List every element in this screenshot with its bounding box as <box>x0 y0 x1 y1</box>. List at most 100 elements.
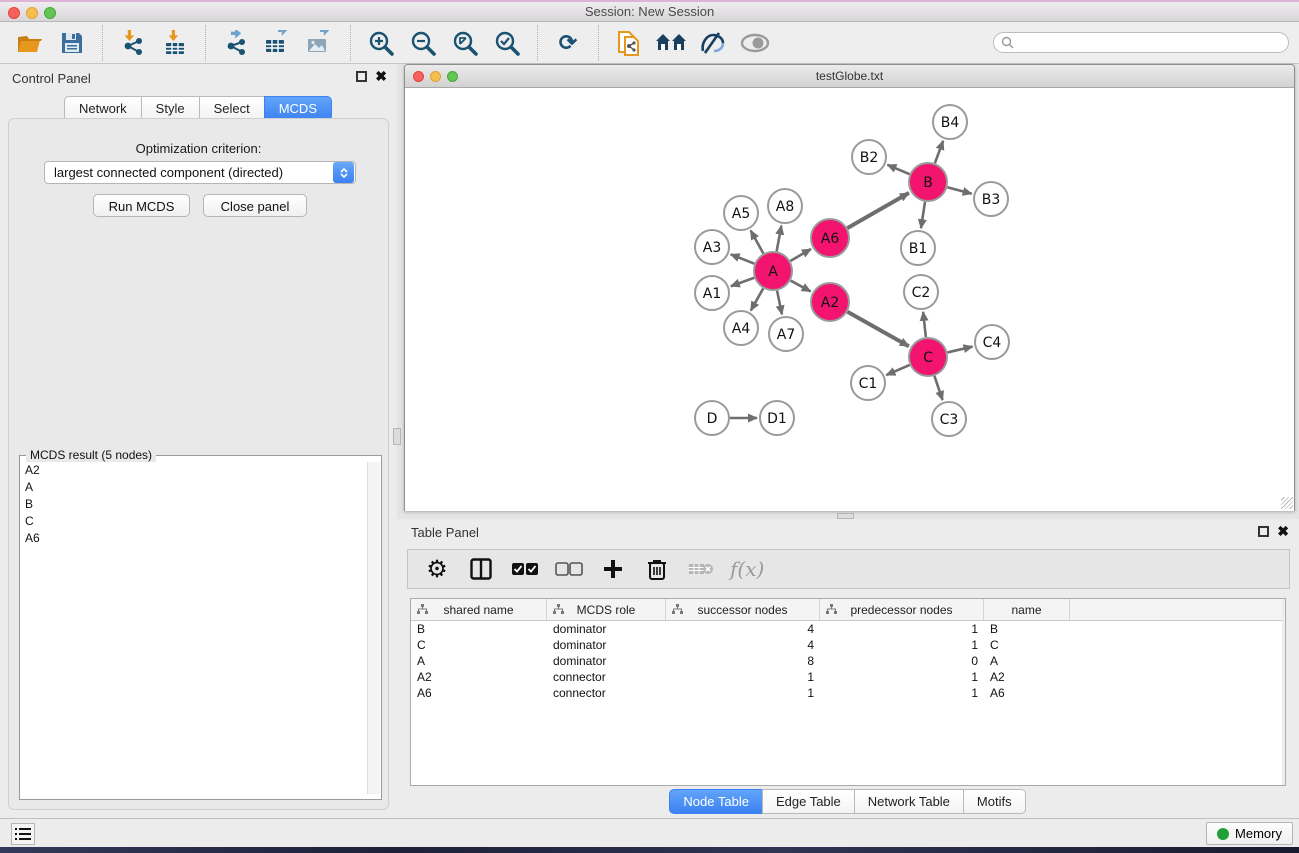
close-panel-button[interactable]: Close panel <box>203 194 307 217</box>
table-cell[interactable]: 1 <box>666 685 820 701</box>
float-panel-icon[interactable] <box>356 71 367 82</box>
network-zoom-button[interactable] <box>447 71 458 82</box>
column-header-predecessor-nodes[interactable]: predecessor nodes <box>820 599 984 620</box>
graph-edge[interactable] <box>921 202 925 228</box>
table-cell[interactable]: 1 <box>820 685 984 701</box>
close-panel-icon[interactable]: ✖ <box>1277 526 1289 537</box>
paint-style-button[interactable] <box>695 26 731 60</box>
network-close-button[interactable] <box>413 71 424 82</box>
split-divider-handle[interactable] <box>393 428 401 445</box>
table-cell[interactable]: connector <box>547 685 666 701</box>
window-resize-grip[interactable] <box>1281 497 1293 509</box>
column-header-name[interactable]: name <box>984 599 1070 620</box>
mcds-result-item[interactable]: B <box>21 496 365 513</box>
table-cell[interactable]: 8 <box>666 653 820 669</box>
search-field[interactable] <box>993 32 1289 53</box>
table-cell[interactable]: connector <box>547 669 666 685</box>
delete-table-button[interactable] <box>686 554 716 584</box>
zoom-out-button[interactable] <box>405 26 441 60</box>
graph-edge[interactable] <box>777 226 782 252</box>
graph-edge[interactable] <box>777 291 782 315</box>
memory-button[interactable]: Memory <box>1206 822 1293 845</box>
table-settings-button[interactable]: ⚙ <box>422 554 452 584</box>
export-network-button[interactable] <box>218 26 254 60</box>
table-cell[interactable]: 1 <box>666 669 820 685</box>
table-cell[interactable]: C <box>984 637 1070 653</box>
column-header-shared-name[interactable]: shared name <box>411 599 547 620</box>
table-cell[interactable]: B <box>411 621 547 637</box>
tab-network-table[interactable]: Network Table <box>854 789 964 814</box>
apply-layout-button[interactable] <box>653 26 689 60</box>
table-row[interactable]: A2connector11A2 <box>411 669 1285 685</box>
table-cell[interactable]: dominator <box>547 621 666 637</box>
network-graph[interactable]: AA1A2A3A4A5A6A7A8BB1B2B3B4CC1C2C3C4DD1 <box>405 89 1294 511</box>
zoom-in-button[interactable] <box>363 26 399 60</box>
node-table[interactable]: shared nameMCDS rolesuccessor nodesprede… <box>410 598 1286 786</box>
zoom-selected-button[interactable] <box>489 26 525 60</box>
graph-edge[interactable] <box>887 165 909 174</box>
graph-edge[interactable] <box>847 312 908 346</box>
export-image-button[interactable] <box>302 26 338 60</box>
table-cell[interactable]: dominator <box>547 653 666 669</box>
search-input[interactable] <box>1014 36 1274 50</box>
float-panel-icon[interactable] <box>1258 526 1269 537</box>
table-cell[interactable]: A6 <box>984 685 1070 701</box>
graph-edge[interactable] <box>731 278 754 286</box>
table-cell[interactable]: 4 <box>666 637 820 653</box>
table-cell[interactable]: A6 <box>411 685 547 701</box>
zoom-window-button[interactable] <box>44 7 56 19</box>
table-row[interactable]: Cdominator41C <box>411 637 1285 653</box>
mcds-result-scrollbar[interactable] <box>367 462 380 794</box>
graph-edge[interactable] <box>923 312 926 337</box>
graph-edge[interactable] <box>935 141 943 163</box>
graph-edge[interactable] <box>790 249 811 261</box>
mcds-result-item[interactable]: A <box>21 479 365 496</box>
network-minimize-button[interactable] <box>430 71 441 82</box>
graph-edge[interactable] <box>847 193 909 228</box>
close-window-button[interactable] <box>8 7 20 19</box>
close-panel-icon[interactable]: ✖ <box>375 71 387 82</box>
table-cell[interactable]: 4 <box>666 621 820 637</box>
add-column-button[interactable] <box>598 554 628 584</box>
tab-motifs[interactable]: Motifs <box>963 789 1026 814</box>
tab-node-table[interactable]: Node Table <box>669 789 763 814</box>
table-cell[interactable]: A <box>984 653 1070 669</box>
table-row[interactable]: A6connector11A6 <box>411 685 1285 701</box>
table-row[interactable]: Adominator80A <box>411 653 1285 669</box>
show-hide-button[interactable] <box>737 26 773 60</box>
table-scrollbar[interactable] <box>1282 599 1285 785</box>
table-cell[interactable]: B <box>984 621 1070 637</box>
save-session-button[interactable] <box>54 26 90 60</box>
import-network-button[interactable] <box>115 26 151 60</box>
delete-column-button[interactable] <box>642 554 672 584</box>
mcds-result-item[interactable]: C <box>21 513 365 530</box>
table-cell[interactable]: 1 <box>820 621 984 637</box>
table-cell[interactable]: 1 <box>820 637 984 653</box>
column-header-MCDS-role[interactable]: MCDS role <box>547 599 666 620</box>
table-cell[interactable]: C <box>411 637 547 653</box>
refresh-view-button[interactable]: ⟳ <box>550 26 586 60</box>
minimize-window-button[interactable] <box>26 7 38 19</box>
tab-edge-table[interactable]: Edge Table <box>762 789 855 814</box>
table-row[interactable]: Bdominator41B <box>411 621 1285 637</box>
split-columns-button[interactable] <box>466 554 496 584</box>
task-history-button[interactable] <box>11 823 35 845</box>
clone-network-button[interactable] <box>611 26 647 60</box>
select-all-button[interactable] <box>510 554 540 584</box>
run-mcds-button[interactable]: Run MCDS <box>93 194 190 217</box>
criterion-dropdown[interactable]: largest connected component (directed) <box>44 161 356 184</box>
graph-edge[interactable] <box>934 376 942 400</box>
table-cell[interactable]: A2 <box>984 669 1070 685</box>
import-table-button[interactable] <box>157 26 193 60</box>
graph-edge[interactable] <box>751 288 763 310</box>
function-builder-icon[interactable]: f(x) <box>730 557 764 581</box>
deselect-all-button[interactable] <box>554 554 584 584</box>
column-header-successor-nodes[interactable]: successor nodes <box>666 599 820 620</box>
mcds-result-item[interactable]: A6 <box>21 530 365 547</box>
graph-edge[interactable] <box>947 187 971 194</box>
table-cell[interactable]: A <box>411 653 547 669</box>
graph-edge[interactable] <box>791 281 811 292</box>
zoom-fit-button[interactable] <box>447 26 483 60</box>
table-cell[interactable]: 0 <box>820 653 984 669</box>
table-cell[interactable]: A2 <box>411 669 547 685</box>
